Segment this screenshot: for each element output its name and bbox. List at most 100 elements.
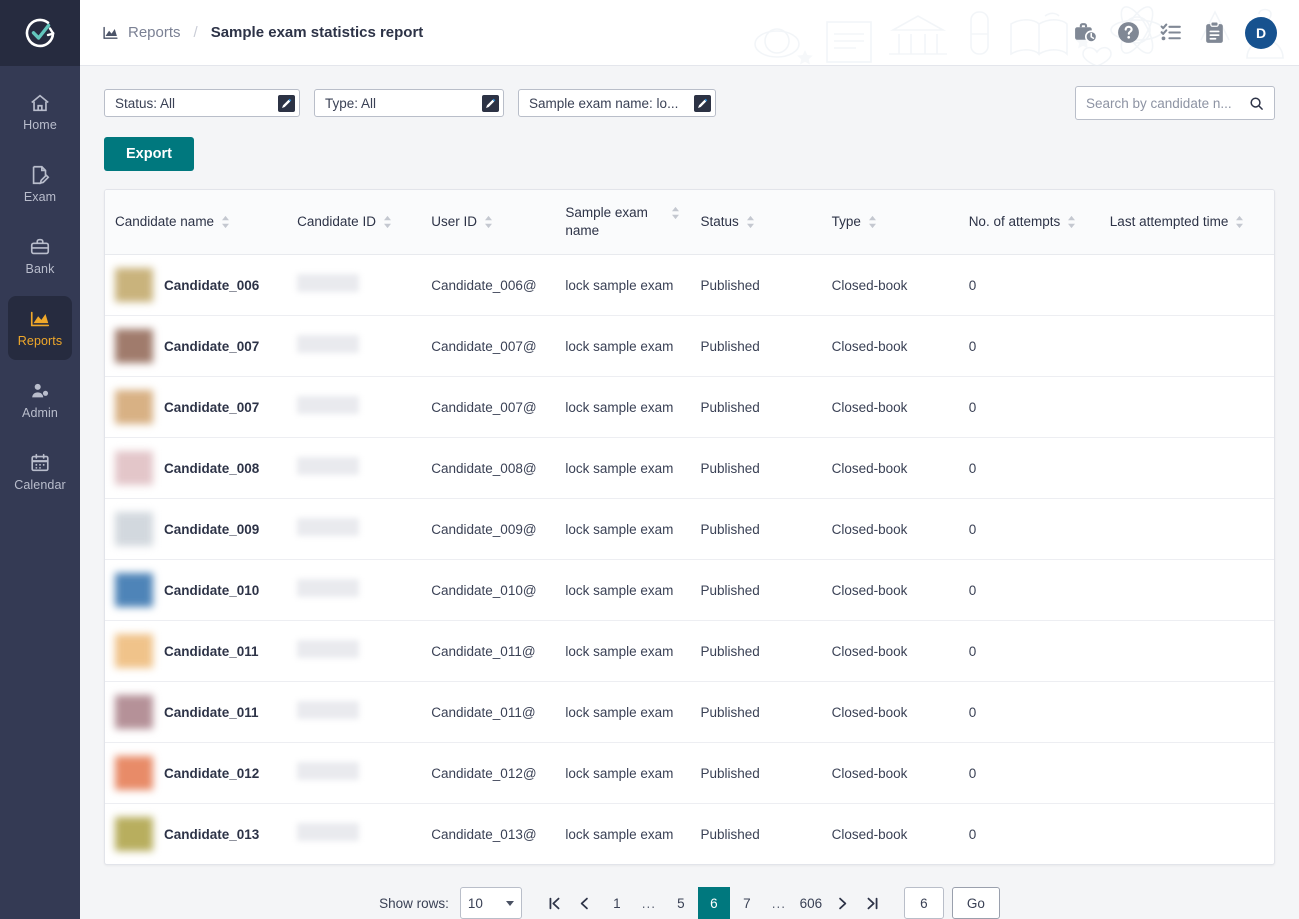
clipboard-icon[interactable]	[1202, 20, 1227, 45]
app-logo[interactable]	[0, 0, 80, 66]
go-button[interactable]: Go	[951, 887, 1000, 919]
sort-icon[interactable]	[1235, 215, 1244, 229]
search-input[interactable]	[1086, 95, 1249, 111]
pencil-icon	[486, 98, 496, 108]
table-row[interactable]: Candidate_012 Candidate_012@ lock sample e…	[105, 742, 1274, 805]
page-button-6-active[interactable]: 6	[697, 887, 730, 919]
first-page-button[interactable]	[540, 888, 570, 918]
search-icon[interactable]	[1249, 96, 1264, 111]
cell-candidate-id	[287, 315, 422, 378]
cell-sample-exam-name: lock sample exam	[555, 376, 691, 439]
cell-candidate-name: Candidate_011	[105, 620, 288, 683]
briefcase-clock-icon[interactable]	[1073, 20, 1098, 45]
cell-status: Published	[700, 826, 760, 842]
filter-type-label: Type: All	[325, 95, 377, 111]
sidebar-item-bank[interactable]: Bank	[8, 224, 72, 288]
cell-last-attempted-time	[1099, 437, 1274, 500]
table-row[interactable]: Candidate_011 Candidate_011@ lock sample e…	[105, 681, 1274, 744]
page-button-7[interactable]: 7	[730, 887, 764, 919]
cell-candidate-name: Candidate_011	[105, 681, 288, 744]
next-page-button[interactable]	[828, 888, 858, 918]
checklist-icon[interactable]	[1159, 20, 1184, 45]
cell-status: Published	[690, 620, 822, 683]
column-header-status[interactable]: Status	[690, 190, 822, 256]
table-row[interactable]: Candidate_007 Candidate_007@ lock sample e…	[105, 315, 1274, 378]
column-header-no-of-attempts[interactable]: No. of attempts	[958, 190, 1100, 256]
search-box[interactable]	[1075, 86, 1275, 120]
filter-sample-exam-name-edit-button[interactable]	[694, 94, 711, 112]
column-label: Type	[831, 214, 861, 230]
page-button-1[interactable]: 1	[600, 887, 634, 919]
sort-icon[interactable]	[383, 215, 392, 229]
table-row[interactable]: Candidate_007 Candidate_007@ lock sample e…	[105, 376, 1274, 439]
cell-user-id: Candidate_011@	[421, 620, 556, 683]
cell-user-id: Candidate_008@	[421, 437, 556, 500]
redacted-value	[297, 517, 360, 536]
exam-icon	[32, 165, 50, 185]
cell-type: Closed-book	[821, 559, 959, 622]
table-row[interactable]: Candidate_006 Candidate_006@ lock sample e…	[105, 254, 1274, 317]
cell-status: Published	[690, 376, 822, 439]
sort-icon[interactable]	[746, 215, 755, 229]
redacted-value	[297, 700, 360, 719]
filter-status[interactable]: Status: All	[104, 89, 300, 117]
sidebar-item-calendar[interactable]: Calendar	[8, 440, 72, 504]
table-row[interactable]: Candidate_011 Candidate_011@ lock sample e…	[105, 620, 1274, 683]
page-ellipsis-left: ...	[641, 895, 656, 911]
rows-per-page-select[interactable]: 10	[459, 887, 522, 919]
pagination: Show rows: 10 1 ... 5 6 7 ... 606 6 Go	[104, 887, 1275, 919]
last-page-button[interactable]	[858, 888, 888, 918]
cell-sample-exam-name: lock sample exam	[555, 498, 691, 561]
column-header-sample-exam-name[interactable]: Sample exam name	[555, 190, 691, 256]
column-header-type[interactable]: Type	[821, 190, 959, 256]
sidebar-item-reports[interactable]: Reports	[8, 296, 72, 360]
goto-page-input[interactable]	[903, 887, 944, 919]
cell-no-of-attempts: 0	[958, 437, 1100, 500]
page-button-5[interactable]: 5	[664, 887, 698, 919]
sort-icon[interactable]	[221, 215, 230, 229]
avatar	[115, 573, 153, 608]
sidebar-item-home[interactable]: Home	[8, 80, 72, 144]
sidebar-item-exam[interactable]: Exam	[8, 152, 72, 216]
cell-sample-exam-name: lock sample exam	[555, 620, 691, 683]
filter-type-edit-button[interactable]	[482, 94, 499, 112]
sort-icon[interactable]	[1067, 215, 1076, 229]
previous-page-button[interactable]	[570, 888, 600, 918]
candidate-name-text: Candidate_007	[164, 338, 260, 354]
sort-icon[interactable]	[671, 206, 680, 220]
breadcrumb-parent-link[interactable]: Reports	[128, 24, 181, 41]
sort-icon[interactable]	[484, 215, 493, 229]
sidebar-item-admin[interactable]: Admin	[8, 368, 72, 432]
filter-sample-exam-name[interactable]: Sample exam name: lo...	[518, 89, 716, 117]
column-header-candidate-id[interactable]: Candidate ID	[287, 190, 422, 256]
column-header-user-id[interactable]: User ID	[421, 190, 556, 256]
cell-candidate-id	[287, 498, 422, 561]
sidebar-item-label: Admin	[22, 406, 58, 420]
page-ellipsis-right: ...	[771, 895, 786, 911]
filter-type[interactable]: Type: All	[314, 89, 504, 117]
avatar	[115, 512, 153, 547]
user-avatar[interactable]: D	[1245, 16, 1277, 49]
table-row[interactable]: Candidate_009 Candidate_009@ lock sample e…	[105, 498, 1274, 561]
cell-user-id: Candidate_012@	[421, 742, 556, 805]
help-circle-icon[interactable]	[1116, 20, 1141, 45]
avatar	[115, 390, 153, 425]
filter-status-edit-button[interactable]	[278, 94, 295, 112]
export-button[interactable]: Export	[104, 137, 194, 171]
cell-user-id: Candidate_013@	[431, 826, 537, 842]
table-row[interactable]: Candidate_013 Candidate_013@ lock sample e…	[105, 804, 1274, 864]
cell-status: Published	[690, 681, 822, 744]
sort-icon[interactable]	[868, 215, 877, 229]
breadcrumb: Reports / Sample exam statistics report	[102, 24, 423, 41]
cell-candidate-name: Candidate_009	[105, 498, 288, 561]
rows-per-page-value: 10	[467, 895, 483, 911]
column-header-candidate-name[interactable]: Candidate name	[105, 190, 288, 256]
chevron-down-icon	[505, 900, 514, 906]
candidate-name-text: Candidate_013	[164, 826, 260, 842]
cell-candidate-name: Candidate_010	[105, 559, 288, 622]
avatar	[115, 268, 153, 303]
column-header-last-attempted-time[interactable]: Last attempted time	[1099, 190, 1274, 256]
page-button-606[interactable]: 606	[794, 887, 828, 919]
table-row[interactable]: Candidate_010 Candidate_010@ lock sample e…	[105, 559, 1274, 622]
table-row[interactable]: Candidate_008 Candidate_008@ lock sample e…	[105, 437, 1274, 500]
